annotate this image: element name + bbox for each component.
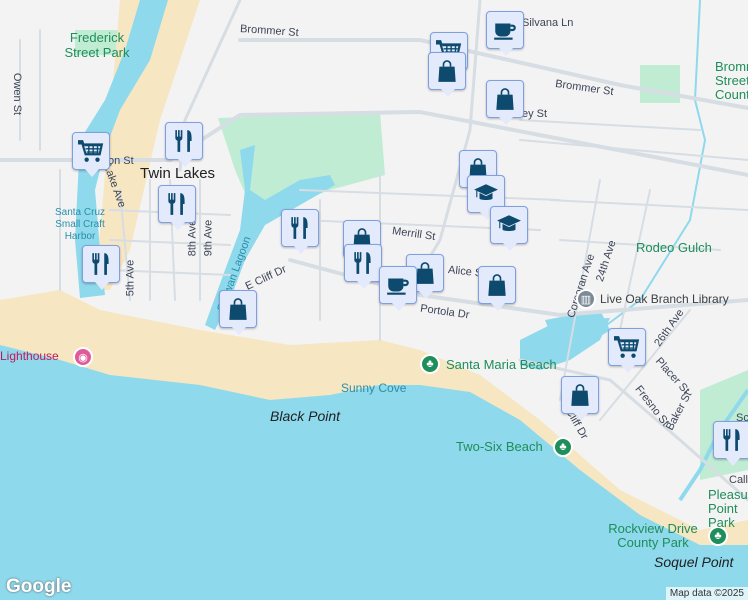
- street-label: 8th Ave: [186, 219, 199, 257]
- shopping-marker[interactable]: [478, 266, 516, 311]
- street-label: 5th Ave: [124, 259, 137, 297]
- shopping-marker[interactable]: [219, 290, 257, 335]
- street-label: Call: [729, 474, 748, 486]
- shopping-bag-icon: [492, 86, 518, 112]
- shopping-bag-icon: [225, 296, 251, 322]
- park-tree-icon[interactable]: ♣: [553, 437, 573, 457]
- grocery-icon: [78, 138, 104, 164]
- street-label: 9th Ave: [202, 219, 215, 257]
- google-logo: Google: [6, 576, 72, 597]
- street-label: Owen St: [11, 72, 24, 116]
- park-label: Santa Maria Beach: [446, 357, 557, 372]
- coffee-marker[interactable]: [379, 266, 417, 311]
- school-marker[interactable]: [490, 206, 528, 251]
- restaurant-marker[interactable]: [713, 421, 748, 466]
- park-label: Two-Six Beach: [456, 439, 543, 454]
- coffee-marker[interactable]: [486, 11, 524, 56]
- park-label: Brommer Street County: [715, 59, 748, 102]
- grocery-marker[interactable]: [72, 132, 110, 177]
- restaurant-icon: [719, 427, 745, 453]
- grocery-marker[interactable]: [608, 328, 646, 373]
- place-label-twin-lakes: Twin Lakes: [140, 165, 216, 182]
- restaurant-marker[interactable]: [82, 245, 120, 290]
- library-icon[interactable]: ▥: [576, 289, 596, 309]
- school-icon: [496, 212, 522, 238]
- street-label: ey St: [522, 108, 548, 120]
- water-label: Sunny Cove: [341, 381, 407, 395]
- shopping-bag-icon: [567, 382, 593, 408]
- place-label-lighthouse: Lighthouse: [0, 349, 59, 363]
- restaurant-marker[interactable]: [344, 244, 382, 289]
- restaurant-marker[interactable]: [281, 209, 319, 254]
- shopping-bag-icon: [434, 58, 460, 84]
- park-label: Rodeo Gulch: [636, 240, 712, 255]
- street-label: on St: [108, 155, 134, 167]
- restaurant-icon: [287, 215, 313, 241]
- restaurant-icon: [88, 251, 114, 277]
- school-icon: [473, 181, 499, 207]
- water-label: Santa Cruz Small Craft Harbor: [54, 207, 106, 242]
- place-label-library: Live Oak Branch Library: [600, 292, 729, 306]
- point-label: Black Point: [270, 408, 341, 424]
- park-label: Frederick Street Park: [64, 30, 130, 60]
- restaurant-icon: [350, 250, 376, 276]
- map-attribution[interactable]: Map data ©2025: [665, 587, 748, 600]
- restaurant-icon: [171, 128, 197, 154]
- coffee-icon: [385, 272, 411, 298]
- coffee-icon: [492, 17, 518, 43]
- park-label: Pleasure Point Park: [708, 487, 748, 530]
- point-label: Soquel Point: [654, 554, 734, 570]
- restaurant-marker[interactable]: [158, 185, 196, 230]
- shopping-marker[interactable]: [428, 52, 466, 97]
- grocery-icon: [614, 334, 640, 360]
- camera-icon[interactable]: ◉: [73, 347, 93, 367]
- park-label: Rockview Drive County Park: [608, 521, 698, 550]
- park-tree-icon[interactable]: ♣: [420, 354, 440, 374]
- street-label: Silvana Ln: [522, 17, 574, 29]
- shopping-bag-icon: [484, 272, 510, 298]
- shopping-marker[interactable]: [561, 376, 599, 421]
- shopping-marker[interactable]: [486, 80, 524, 125]
- restaurant-icon: [164, 191, 190, 217]
- restaurant-marker[interactable]: [165, 122, 203, 167]
